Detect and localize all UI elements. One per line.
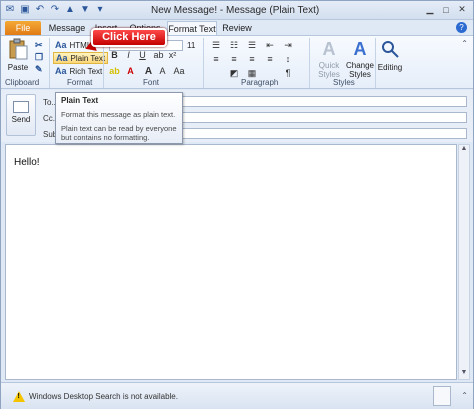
scroll-up-icon[interactable]: ▲ — [459, 145, 469, 155]
quick-styles-button[interactable]: A Quick Styles — [315, 38, 343, 79]
message-window: ✉ ▣ ↶ ↷ ▲ ▼ ▾ New Message! - Message (Pl… — [0, 0, 474, 409]
bullets-icon[interactable]: ☰ — [209, 40, 223, 51]
line-spacing-icon[interactable]: ↕ — [281, 54, 295, 65]
quick-access-toolbar: ✉ ▣ ↶ ↷ ▲ ▼ ▾ — [4, 3, 106, 15]
paragraph-group-label: Paragraph — [241, 78, 279, 87]
ribbon-tabs: File Message Insert Options Format Text … — [1, 20, 473, 35]
window-controls: ▁ □ ✕ — [423, 3, 469, 16]
tooltip-title: Plain Text — [61, 96, 99, 105]
help-icon[interactable]: ? — [456, 22, 467, 33]
outlook-app-icon: ✉ — [5, 3, 15, 15]
maximize-button[interactable]: □ — [439, 3, 453, 16]
copy-icon[interactable]: ❐ — [35, 52, 43, 63]
align-left-icon[interactable]: ≡ — [209, 54, 223, 65]
contact-picture-icon[interactable] — [433, 386, 451, 406]
status-bar: ! Windows Desktop Search is not availabl… — [1, 382, 473, 409]
undo-icon[interactable]: ↶ — [34, 3, 46, 15]
decrease-indent-icon[interactable]: ⇤ — [263, 40, 277, 51]
editing-button[interactable]: Editing — [377, 38, 403, 72]
save-icon[interactable]: ▣ — [19, 3, 31, 15]
message-body-text: Hello! — [14, 157, 40, 168]
down-arrow-icon[interactable]: ▼ — [79, 3, 91, 15]
justify-icon[interactable]: ≡ — [263, 54, 277, 65]
bold-button[interactable]: B — [109, 50, 120, 61]
change-styles-icon: A — [353, 39, 367, 59]
strikethrough-icon[interactable]: ab — [153, 50, 164, 61]
numbering-icon[interactable]: ☷ — [227, 40, 241, 51]
separator — [203, 38, 204, 88]
separator — [309, 38, 310, 88]
tab-file[interactable]: File — [5, 21, 41, 35]
tab-format-text[interactable]: Format Text — [167, 21, 217, 35]
format-painter-icon[interactable]: ✎ — [35, 64, 43, 75]
paste-icon — [9, 38, 28, 60]
plain-text-format-icon: Aa — [56, 53, 68, 63]
paste-button[interactable]: Paste — [5, 38, 31, 72]
font-size-select[interactable]: 11 — [187, 41, 195, 50]
font-color-icon[interactable]: A — [125, 66, 136, 77]
customize-toolbar-icon[interactable]: ▾ — [94, 3, 106, 15]
shading-icon[interactable]: ◩ — [227, 68, 241, 79]
increase-indent-icon[interactable]: ⇥ — [281, 40, 295, 51]
shrink-font-button[interactable]: A — [157, 66, 168, 77]
underline-button[interactable]: U — [137, 50, 148, 61]
italic-button[interactable]: I — [123, 50, 134, 61]
click-here-callout: Click Here — [91, 28, 167, 47]
multilevel-list-icon[interactable]: ☰ — [245, 40, 259, 51]
align-right-icon[interactable]: ≡ — [245, 54, 259, 65]
up-arrow-icon[interactable]: ▲ — [64, 3, 76, 15]
title-bar: ✉ ▣ ↶ ↷ ▲ ▼ ▾ New Message! - Message (Pl… — [1, 1, 473, 20]
separator — [375, 38, 376, 88]
show-formatting-icon[interactable]: ¶ — [281, 68, 295, 79]
quick-styles-icon: A — [322, 39, 336, 59]
tooltip-description: Format this message as plain text. — [61, 110, 176, 119]
send-button[interactable]: Send — [6, 94, 36, 136]
tab-review[interactable]: Review — [221, 21, 253, 35]
styles-group-label: Styles — [333, 78, 355, 87]
clipboard-group-label: Clipboard — [5, 78, 40, 87]
status-text: Windows Desktop Search is not available. — [29, 392, 178, 401]
change-case-button[interactable]: Aa — [171, 66, 187, 77]
superscript-icon[interactable]: x² — [167, 50, 178, 61]
plain-text-tooltip: Plain Text Format this message as plain … — [55, 92, 183, 144]
send-icon — [13, 101, 29, 113]
vertical-scrollbar[interactable]: ▲ ▼ — [458, 144, 470, 380]
rich-text-format-icon: Aa — [55, 66, 67, 76]
message-body[interactable]: Hello! — [5, 144, 457, 380]
people-pane-toggle-icon[interactable]: ⌃ — [461, 391, 468, 400]
rich-text-format-button[interactable]: Aa Rich Text — [55, 66, 102, 76]
format-group-label: Format — [67, 78, 93, 87]
editing-icon — [382, 41, 399, 58]
window-title: New Message! - Message (Plain Text) — [151, 5, 320, 16]
ribbon: Paste ✂ ❐ ✎ Clipboard Aa HTML Aa Plain T… — [1, 35, 473, 89]
close-button[interactable]: ✕ — [455, 3, 469, 16]
tooltip-note: Plain text can be read by everyone but c… — [61, 124, 177, 142]
minimize-button[interactable]: ▁ — [423, 3, 437, 16]
redo-icon[interactable]: ↷ — [49, 3, 61, 15]
font-group-label: Font — [143, 78, 160, 87]
html-format-icon: Aa — [55, 40, 67, 50]
tab-message[interactable]: Message — [47, 21, 87, 35]
align-center-icon[interactable]: ≡ — [227, 54, 241, 65]
cut-icon[interactable]: ✂ — [35, 40, 43, 51]
separator — [49, 38, 50, 88]
scroll-down-icon[interactable]: ▼ — [459, 369, 469, 379]
grow-font-button[interactable]: A — [143, 66, 154, 77]
highlight-color-icon[interactable]: ab — [109, 66, 120, 77]
plain-text-format-button[interactable]: Aa Plain Text — [53, 52, 109, 64]
change-styles-button[interactable]: A Change Styles — [345, 38, 375, 79]
collapse-ribbon-icon[interactable]: ⌃ — [461, 39, 468, 48]
